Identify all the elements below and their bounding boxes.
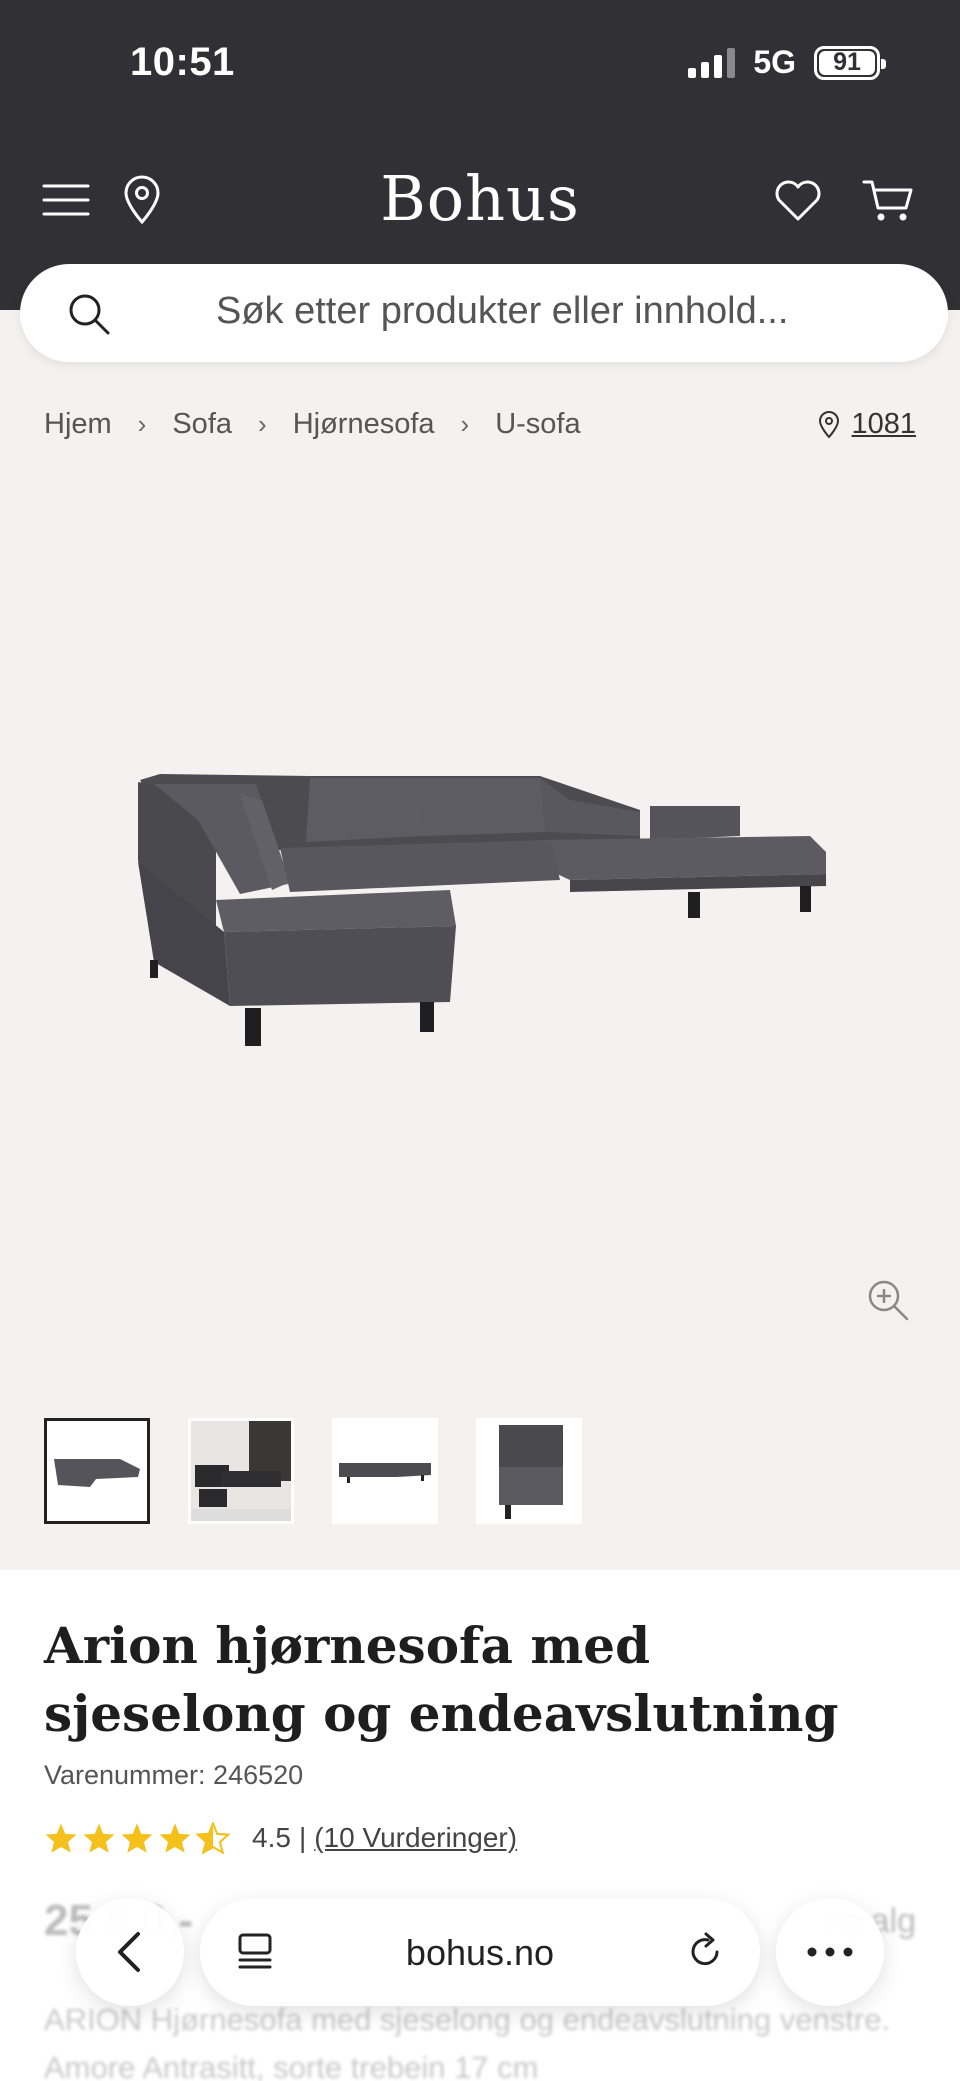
star-icon xyxy=(121,1823,153,1853)
search-input[interactable]: Søk etter produkter eller innhold... xyxy=(20,264,948,362)
store-number[interactable]: 1081 xyxy=(851,408,916,441)
location-pin-icon xyxy=(819,410,840,438)
gallery-thumbnail[interactable] xyxy=(44,1418,150,1524)
search-icon xyxy=(69,294,110,335)
store-selector[interactable]: 1081 xyxy=(817,408,916,441)
gallery-thumbnail[interactable] xyxy=(332,1418,438,1524)
product-rating: 4.5 | (10 Vurderinger) xyxy=(44,1822,517,1854)
battery-icon: 91 xyxy=(814,45,886,80)
review-count-link[interactable]: (10 Vurderinger) xyxy=(314,1822,517,1854)
battery-level: 91 xyxy=(833,48,861,76)
breadcrumb-sofa[interactable]: Sofa xyxy=(172,408,232,441)
star-icon xyxy=(159,1823,191,1853)
gallery-thumbnail[interactable] xyxy=(476,1418,582,1524)
star-icon xyxy=(45,1823,77,1853)
product-title: Arion hjørnesofa med sjeselong og endeav… xyxy=(44,1616,839,1743)
url-text: bohus.no xyxy=(405,1932,555,1973)
product-description: ARION Hjørnesofa med sjeselong og endeav… xyxy=(44,2002,891,2081)
address-bar[interactable]: bohus.no xyxy=(200,1898,760,2006)
zoom-in-icon[interactable] xyxy=(866,1278,910,1322)
rating-value: 4.5 xyxy=(252,1822,291,1853)
more-options-button[interactable] xyxy=(776,1898,884,2006)
breadcrumb-home[interactable]: Hjem xyxy=(44,408,112,441)
signal-icon xyxy=(688,47,736,78)
brand-logo[interactable]: Bohus xyxy=(0,162,960,235)
breadcrumb-corner-sofa[interactable]: Hjørnesofa xyxy=(293,408,435,441)
gallery-thumbnails xyxy=(44,1418,582,1524)
gallery-thumbnail[interactable] xyxy=(188,1418,294,1524)
half-star-icon xyxy=(196,1822,230,1854)
rating-divider: | xyxy=(298,1822,307,1853)
reload-icon[interactable] xyxy=(684,1930,726,1972)
search-placeholder: Søk etter produkter eller innhold... xyxy=(216,290,789,332)
more-icon xyxy=(807,1947,853,1957)
product-sku: Varenummer: 246520 xyxy=(44,1760,304,1790)
breadcrumb: Hjem › Sofa › Hjørnesofa › U-sofa xyxy=(44,408,581,441)
chevron-right-icon: › xyxy=(258,409,267,439)
breadcrumb-u-sofa[interactable]: U-sofa xyxy=(495,408,580,441)
back-button[interactable] xyxy=(76,1898,184,2006)
chevron-right-icon: › xyxy=(137,409,147,439)
product-image[interactable] xyxy=(120,740,840,1100)
network-type: 5G xyxy=(753,44,796,80)
chevron-left-icon xyxy=(118,1932,140,1972)
chevron-right-icon: › xyxy=(460,409,470,439)
status-indicators: 5G 91 xyxy=(688,44,886,81)
star-icon xyxy=(83,1823,115,1853)
rating-stars xyxy=(44,1822,230,1854)
status-time: 10:51 xyxy=(130,40,235,84)
